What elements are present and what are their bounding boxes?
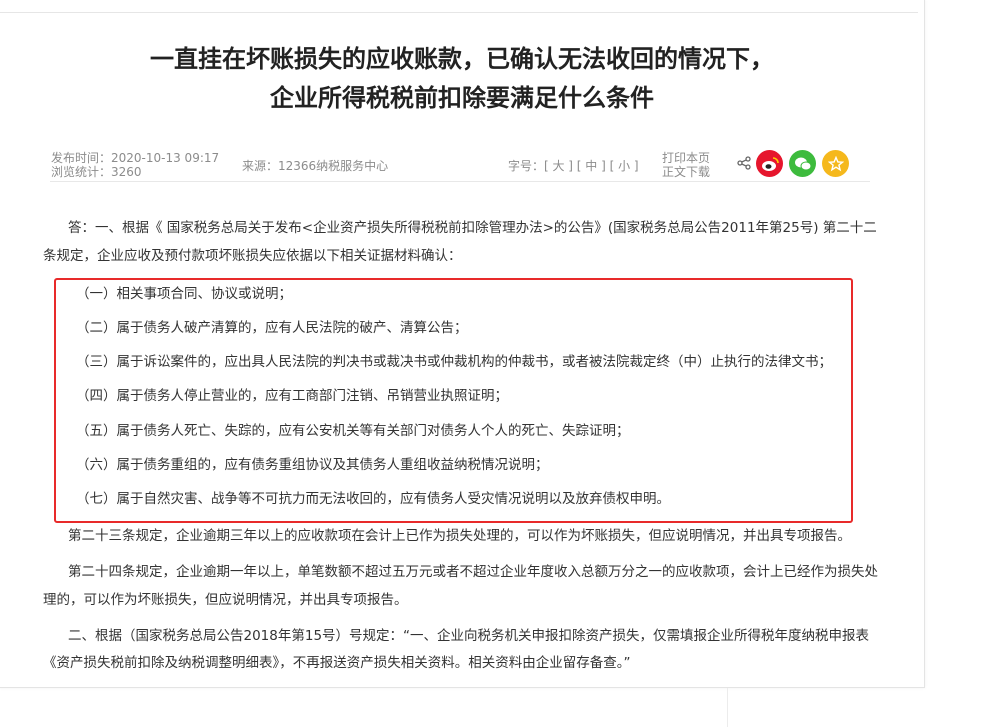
list-item: （二）属于债务人破产清算的，应有人民法院的破产、清算公告； bbox=[76, 320, 468, 336]
article-card: 一直挂在坏账损失的应收账款，已确认无法收回的情况下， 企业所得税税前扣除要满足什… bbox=[0, 0, 925, 688]
meta-divider bbox=[50, 181, 870, 182]
intro-line2: 条规定，企业应收及预付款项坏账损失应依据以下相关证据材料确认： bbox=[43, 248, 462, 264]
article-23: 第二十三条规定，企业逾期三年以上的应收款项在会计上已作为损失处理的，可以作为坏账… bbox=[68, 528, 851, 544]
list-item: （六）属于债务重组的，应有债务重组协议及其债务人重组收益纳税情况说明； bbox=[76, 457, 549, 473]
top-divider bbox=[0, 12, 918, 13]
intro-line1: 答：一、根据《 国家税务总局关于发布<企业资产损失所得税税前扣除管理办法>的公告… bbox=[68, 220, 877, 236]
list-item: （一）相关事项合同、协议或说明； bbox=[76, 286, 292, 302]
download-link[interactable]: 正文下载 bbox=[662, 165, 710, 179]
view-count: 浏览统计：3260 bbox=[51, 165, 142, 179]
font-size-selector[interactable]: 字号：[ 大 ] [ 中 ] [ 小 ] bbox=[508, 159, 639, 173]
article-title-line1: 一直挂在坏账损失的应收账款，已确认无法收回的情况下， bbox=[150, 45, 774, 73]
article-24-line2: 理的，可以作为坏账损失，但应说明情况，并出具专项报告。 bbox=[43, 592, 408, 608]
publish-time: 发布时间：2020-10-13 09:17 bbox=[51, 151, 220, 165]
bottom-panel bbox=[0, 688, 728, 727]
wechat-icon[interactable] bbox=[789, 150, 816, 177]
list-item: （四）属于债务人停止营业的，应有工商部门注销、吊销营业执照证明； bbox=[76, 388, 508, 404]
article-title-line2: 企业所得税税前扣除要满足什么条件 bbox=[270, 84, 654, 112]
list-item: （五）属于债务人死亡、失踪的，应有公安机关等有关部门对债务人个人的死亡、失踪证明… bbox=[76, 423, 630, 439]
list-item: （七）属于自然灾害、战争等不可抗力而无法收回的，应有债务人受灾情况说明以及放弃债… bbox=[76, 491, 670, 507]
part2-line2: 《资产损失税前扣除及纳税调整明细表》，不再报送资产损失相关资料。相关资料由企业留… bbox=[43, 655, 631, 671]
favorite-icon[interactable] bbox=[822, 150, 849, 177]
part2-line1: 二、根据（国家税务总局公告2018年第15号）号规定：“一、企业向税务机关申报扣… bbox=[68, 628, 870, 644]
list-item: （三）属于诉讼案件的，应出具人民法院的判决书或裁决书或仲裁机构的仲裁书，或者被法… bbox=[76, 354, 832, 370]
share-icon[interactable] bbox=[737, 155, 751, 174]
print-link[interactable]: 打印本页 bbox=[662, 151, 710, 165]
source: 来源：12366纳税服务中心 bbox=[242, 159, 389, 173]
weibo-icon[interactable] bbox=[756, 150, 783, 177]
article-24-line1: 第二十四条规定，企业逾期一年以上，单笔数额不超过五万元或者不超过企业年度收入总额… bbox=[68, 564, 878, 580]
